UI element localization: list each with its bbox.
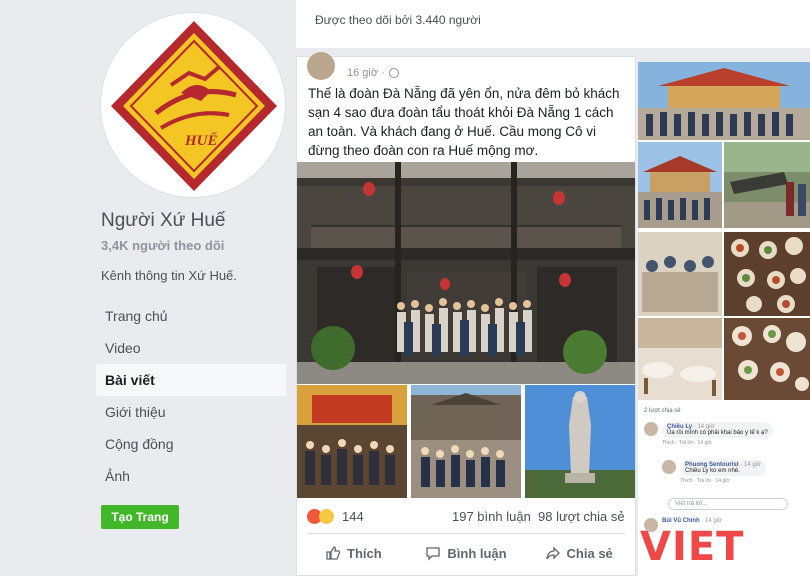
wow-reaction-icon <box>319 509 334 524</box>
side-comment-reply: Phuong Sentourist · 14 giờ Chiều Ly ko e… <box>662 460 766 484</box>
page-avatar[interactable]: HUẾ <box>100 12 286 198</box>
comment-actions[interactable]: Thích · Trả lời · 14 giờ <box>680 478 766 484</box>
post-body-text: Thế là đoàn Đà Nẵng đã yên ổn, nửa đêm b… <box>308 86 620 158</box>
collage-photo-dining[interactable] <box>638 232 722 316</box>
page-sidebar: HUẾ Người Xứ Huế 3,4K người theo dõi Kên… <box>0 0 296 576</box>
post-card: 16 giờ · Thế là đoàn Đà Nẵng đã yên ổn, … <box>296 52 636 576</box>
collage-photo-dishes[interactable] <box>724 318 810 400</box>
comment-text: Ủa rồi mình có phải khai báo y tế k ạ? <box>667 430 768 436</box>
collage-photo-palace[interactable] <box>638 142 722 228</box>
watermark-text: VIET <box>640 524 745 570</box>
comment-count[interactable]: 197 bình luận <box>452 509 531 524</box>
comment-time: · 14 giờ <box>740 462 761 468</box>
post-actions: Thích Bình luận Chia sẻ <box>297 537 635 569</box>
collage-photo-imperial-gate[interactable] <box>638 62 810 140</box>
reply-input[interactable]: Viết trả lời... <box>668 498 788 510</box>
nav-item-about[interactable]: Giới thiệu <box>96 396 286 428</box>
page-title[interactable]: Người Xứ Huế <box>101 210 226 232</box>
post-author-avatar[interactable] <box>307 52 335 80</box>
share-label: Chia sẻ <box>566 545 613 561</box>
comment-text: Chiều Ly ko em nhé. <box>685 468 740 474</box>
nav-item-community[interactable]: Cộng đồng <box>96 428 286 460</box>
follow-info-box: Được theo dõi bởi 3.440 người <box>296 0 810 48</box>
comment-icon <box>426 547 441 561</box>
comment-button[interactable]: Bình luận <box>410 537 523 569</box>
reaction-summary[interactable]: 144 <box>307 509 364 524</box>
page-description: Kênh thông tin Xứ Huế. <box>101 268 237 283</box>
logo-text: HUẾ <box>184 132 218 149</box>
actions-divider <box>307 533 625 534</box>
nav-item-video[interactable]: Video <box>96 332 286 364</box>
nav-item-posts[interactable]: Bài viết <box>96 364 286 396</box>
post-photo-2[interactable] <box>297 385 407 498</box>
post-header: 16 giờ · <box>307 52 399 85</box>
share-count[interactable]: 98 lượt chia sẻ <box>538 509 625 524</box>
facebook-page-screen: HUẾ Người Xứ Huế 3,4K người theo dõi Kên… <box>0 0 810 576</box>
share-icon <box>545 546 560 560</box>
post-photo-3[interactable] <box>411 385 521 498</box>
page-logo-icon: HUẾ <box>111 21 277 191</box>
share-button[interactable]: Chia sẻ <box>522 537 635 569</box>
nav-item-home[interactable]: Trang chủ <box>96 300 286 332</box>
post-photo-4[interactable] <box>525 385 635 498</box>
side-shares-label: 2 lượt chia sẻ <box>644 408 681 414</box>
page-nav: Trang chủ Video Bài viết Giới thiệu Cộng… <box>96 300 286 492</box>
reaction-count: 144 <box>342 509 364 524</box>
viet-watermark-logo: VIET <box>640 520 800 570</box>
comment-actions[interactable]: Thích · Trả lời · 14 giờ <box>662 440 773 446</box>
like-button[interactable]: Thích <box>297 537 410 569</box>
nav-item-photos[interactable]: Ảnh <box>96 460 286 492</box>
side-comment: Chiều Ly · 14 giờ Ủa rồi mình có phải kh… <box>644 422 773 446</box>
follow-count-text: Được theo dõi bởi 3.440 người <box>315 13 481 27</box>
like-label: Thích <box>347 545 382 561</box>
thumbs-up-icon <box>326 546 341 560</box>
post-photo-thumbnails <box>297 385 635 498</box>
collage-photo-cannon[interactable] <box>724 142 810 228</box>
commenter-avatar[interactable] <box>644 422 658 436</box>
photo-collage: 2 lượt chia sẻ Chiều Ly · 14 giờ Ủa rồi … <box>638 62 810 576</box>
post-photo-main[interactable] <box>297 162 635 384</box>
create-page-button[interactable]: Tạo Trang <box>101 505 179 529</box>
commenter-avatar[interactable] <box>662 460 676 474</box>
post-timestamp[interactable]: 16 giờ · <box>347 67 385 79</box>
globe-icon <box>388 68 399 78</box>
collage-photo-food[interactable] <box>724 232 810 316</box>
follower-count: 3,4K người theo dõi <box>101 238 225 253</box>
collage-photo-restaurant[interactable] <box>638 318 722 400</box>
comment-label: Bình luận <box>447 545 507 561</box>
